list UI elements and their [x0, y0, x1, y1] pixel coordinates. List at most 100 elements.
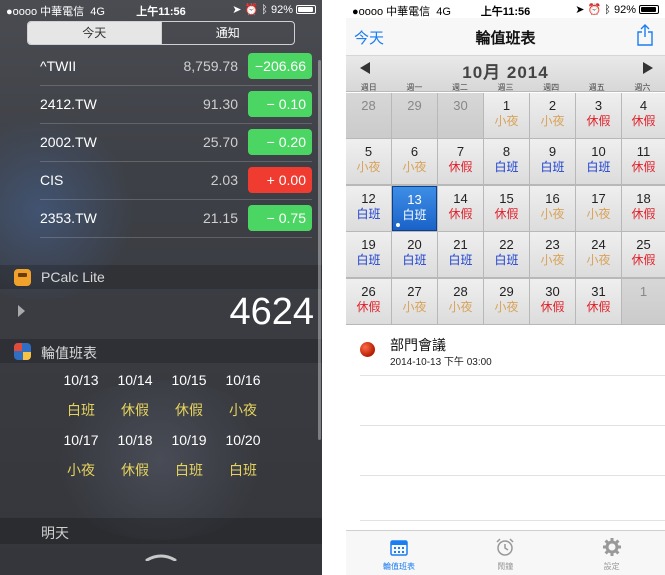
calendar-day[interactable]: 1 小夜 — [484, 93, 529, 138]
calendar-day[interactable]: 18 休假 — [622, 185, 665, 231]
calendar-day[interactable]: 15 休假 — [484, 185, 529, 231]
shift-day-label: 小夜 — [229, 402, 257, 418]
tab-alarm-clock[interactable]: 鬧鐘 — [452, 531, 558, 575]
calendar-day[interactable]: 16 小夜 — [530, 185, 575, 231]
stock-row[interactable]: ^TWII 8,759.78 −206.66 — [40, 48, 312, 86]
tab-label: 設定 — [603, 562, 620, 571]
calendar-day-shift: 小夜 — [586, 253, 611, 268]
stock-row[interactable]: 2353.TW 21.15 − 0.75 — [40, 200, 312, 238]
stock-change-badge[interactable]: + 0.00 — [248, 167, 312, 193]
shift-widget-header[interactable]: 輪值班表 — [0, 339, 322, 363]
calendar-day[interactable]: 6 小夜 — [392, 139, 437, 185]
calendar-day-shift: 小夜 — [402, 160, 427, 175]
calendar-day[interactable]: 25 休假 — [622, 232, 665, 278]
calendar-day[interactable]: 9 白班 — [530, 139, 575, 185]
stock-change-badge[interactable]: − 0.75 — [248, 205, 312, 231]
calendar-day-number: 12 — [361, 190, 376, 206]
shift-day-label: 小夜 — [67, 462, 95, 478]
calendar-day[interactable]: 3 休假 — [576, 93, 621, 138]
navigation-bar: 今天 輪值班表 — [346, 18, 665, 56]
weekday-label: 週日 — [360, 83, 377, 92]
calendar-day[interactable]: 28 小夜 — [438, 278, 483, 324]
page-title: 輪值班表 — [475, 30, 536, 47]
calendar-day-shift: 白班 — [494, 160, 519, 175]
calendar-day[interactable]: 1 — [622, 278, 665, 324]
calendar-day[interactable]: 10 白班 — [576, 139, 621, 185]
stock-row[interactable]: 2002.TW 25.70 − 0.20 — [40, 124, 312, 162]
stock-symbol: ^TWII — [40, 58, 77, 74]
weekday-label: 週五 — [588, 83, 605, 92]
calendar-day[interactable]: 30 休假 — [530, 278, 575, 324]
weekday-label: 週四 — [543, 83, 560, 92]
expand-triangle-icon[interactable] — [18, 305, 25, 317]
stock-change-badge[interactable]: −206.66 — [248, 53, 312, 79]
calendar-day-number: 27 — [407, 283, 422, 299]
calendar-day-shift: 休假 — [540, 299, 565, 314]
calendar-day[interactable]: 31 休假 — [576, 278, 621, 324]
calendar-day[interactable]: 28 — [346, 93, 391, 138]
alarm-icon: ⏰ — [587, 4, 602, 16]
event-color-dot-icon — [360, 342, 375, 357]
stock-row[interactable]: CIS 2.03 + 0.00 — [40, 162, 312, 200]
calendar-day-shift: 小夜 — [356, 160, 381, 175]
calendar-day-number: 30 — [545, 283, 560, 299]
weekday-label: 週三 — [497, 83, 514, 92]
stock-price: 2.03 — [210, 172, 238, 188]
calendar-grid: 28 29 30 1 小夜 2 小夜 3 休假 4 休假 5 小夜 6 小夜 7 休假 8 白班 9 白班 10 白班 11 休… — [346, 93, 665, 325]
tomorrow-label: 明天 — [41, 525, 69, 541]
calendar-day-shift: 休假 — [356, 299, 381, 314]
calendar-day[interactable]: 21 白班 — [438, 232, 483, 278]
calendar-day[interactable]: 19 白班 — [346, 232, 391, 278]
pcalc-widget-header[interactable]: PCalc Lite — [0, 265, 322, 289]
calendar-day[interactable]: 12 白班 — [346, 185, 391, 231]
calendar-day-shift: 白班 — [540, 160, 565, 175]
calendar-day[interactable]: 26 休假 — [346, 278, 391, 324]
calendar-day[interactable]: 23 小夜 — [530, 232, 575, 278]
stock-change-badge[interactable]: − 0.20 — [248, 129, 312, 155]
event-title: 部門會議 — [390, 337, 446, 353]
calendar-day-number: 2 — [548, 98, 557, 113]
share-icon[interactable] — [637, 24, 653, 46]
segment-notifications[interactable]: 通知 — [160, 22, 295, 44]
stock-symbol: CIS — [40, 172, 64, 188]
next-month-arrow-icon[interactable] — [643, 62, 653, 74]
calendar-day[interactable]: 2 小夜 — [530, 93, 575, 138]
pull-up-grabber-icon[interactable] — [145, 553, 177, 561]
month-label: 10月 2014 — [462, 63, 549, 82]
calendar-day[interactable]: 7 休假 — [438, 139, 483, 185]
calendar-day[interactable]: 11 休假 — [622, 139, 665, 185]
stock-change-badge[interactable]: − 0.10 — [248, 91, 312, 117]
calendar-day[interactable]: 17 小夜 — [576, 185, 621, 231]
calendar-day[interactable]: 24 小夜 — [576, 232, 621, 278]
calendar-day[interactable]: 4 休假 — [622, 93, 665, 138]
shift-day-label: 白班 — [175, 462, 203, 478]
bluetooth-icon: ᛒ — [604, 4, 611, 16]
calendar-day-selected[interactable]: 13 白班 — [392, 185, 437, 231]
calendar-day[interactable]: 27 小夜 — [392, 278, 437, 324]
calendar-day[interactable]: 5 小夜 — [346, 139, 391, 185]
stock-price: 25.70 — [202, 134, 238, 150]
status-battery: ➤ ⏰ ᛒ 92% — [575, 3, 659, 16]
calendar-day[interactable]: 8 白班 — [484, 139, 529, 185]
calendar-day-number: 17 — [591, 190, 606, 206]
calendar-day[interactable]: 22 白班 — [484, 232, 529, 278]
segment-today[interactable]: 今天 — [28, 22, 161, 44]
calendar-day-shift: 白班 — [402, 253, 427, 268]
calendar-day[interactable]: 14 休假 — [438, 185, 483, 231]
calendar-day-shift: 小夜 — [540, 253, 565, 268]
tab-gear[interactable]: 設定 — [559, 531, 665, 575]
shift-calendar-app-screen: ●oooo 中華電信 4G 上午11:56 ➤ ⏰ ᛒ 92% 今天 輪值班表 … — [346, 0, 665, 575]
calendar-day[interactable]: 20 白班 — [392, 232, 437, 278]
calendar-day-number: 3 — [594, 98, 603, 113]
alarm-icon: ⏰ — [244, 4, 259, 16]
scrollbar[interactable] — [318, 60, 321, 440]
calendar-day[interactable]: 29 小夜 — [484, 278, 529, 324]
calendar-day-shift: 休假 — [494, 206, 519, 221]
list-divider — [360, 375, 665, 376]
tab-calendar[interactable]: 輪值班表 — [346, 531, 452, 575]
calendar-day[interactable]: 30 — [438, 93, 483, 138]
stock-row[interactable]: 2412.TW 91.30 − 0.10 — [40, 86, 312, 124]
calendar-day-shift: 休假 — [631, 253, 656, 268]
calendar-day[interactable]: 29 — [392, 93, 437, 138]
calendar-day-shift: 白班 — [494, 253, 519, 268]
